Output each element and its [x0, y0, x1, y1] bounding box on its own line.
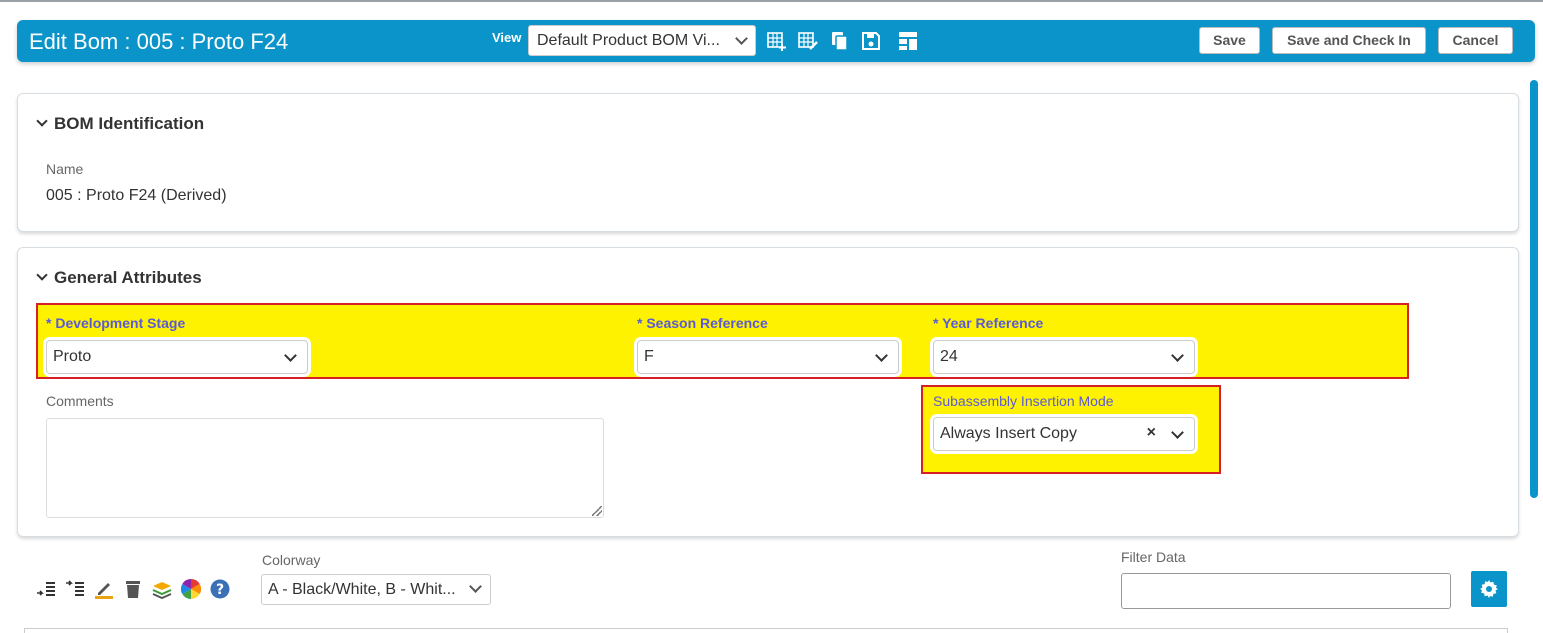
color-wheel-icon[interactable] — [181, 579, 201, 599]
save-button[interactable]: Save — [1199, 27, 1260, 54]
chevron-down-icon — [36, 269, 48, 281]
development-stage-select[interactable]: Proto — [46, 340, 308, 374]
settings-button[interactable] — [1471, 571, 1507, 607]
subassembly-mode-select[interactable]: Always Insert Copy × — [933, 417, 1195, 451]
development-stage-label: * Development Stage — [46, 315, 186, 331]
comments-textarea[interactable] — [46, 418, 604, 518]
top-border — [0, 0, 1543, 2]
colorway-select[interactable]: A - Black/White, B - Whit... — [261, 574, 491, 605]
subassembly-mode-value: Always Insert Copy — [940, 425, 1077, 442]
view-select-value: Default Product BOM Vi... — [537, 32, 720, 49]
general-attributes-panel: General Attributes * Development Stage P… — [17, 247, 1519, 537]
insert-below-icon[interactable] — [65, 579, 85, 599]
save-icon[interactable] — [861, 31, 881, 51]
chevron-down-icon — [875, 349, 888, 362]
svg-text:?: ? — [216, 582, 224, 598]
chevron-down-icon — [469, 580, 482, 593]
development-stage-value: Proto — [53, 348, 92, 365]
chevron-down-icon — [36, 115, 48, 127]
section-toggle-bom-identification[interactable]: BOM Identification — [36, 114, 204, 134]
gear-icon — [1480, 580, 1498, 598]
view-label: View — [492, 30, 522, 45]
bom-identification-panel: BOM Identification Name 005 : Proto F24 … — [17, 93, 1519, 232]
edit-icon[interactable] — [94, 579, 114, 599]
clear-icon[interactable]: × — [1147, 424, 1156, 442]
layout-icon[interactable] — [898, 31, 918, 51]
section-title: General Attributes — [54, 268, 202, 287]
cancel-button[interactable]: Cancel — [1438, 27, 1513, 54]
chevron-down-icon — [284, 349, 297, 362]
chevron-down-icon — [735, 32, 748, 45]
colorway-value: A - Black/White, B - Whit... — [268, 581, 456, 598]
scrollbar-thumb[interactable] — [1530, 80, 1538, 498]
name-label: Name — [46, 161, 84, 177]
resize-grip-icon[interactable] — [592, 506, 602, 516]
filter-data-input[interactable] — [1121, 573, 1451, 609]
season-reference-value: F — [644, 348, 654, 365]
save-and-check-in-button[interactable]: Save and Check In — [1272, 27, 1426, 54]
edit-bom-header: Edit Bom : 005 : Proto F24 View Default … — [17, 20, 1535, 62]
copy-icon[interactable] — [830, 31, 850, 51]
help-icon[interactable]: ? — [210, 579, 230, 599]
name-value: 005 : Proto F24 (Derived) — [46, 187, 227, 204]
season-reference-select[interactable]: F — [637, 340, 899, 374]
layers-icon[interactable] — [152, 579, 172, 599]
section-toggle-general-attributes[interactable]: General Attributes — [36, 268, 202, 288]
season-reference-label: * Season Reference — [637, 315, 768, 331]
comments-label: Comments — [46, 393, 114, 409]
page-title: Edit Bom : 005 : Proto F24 — [29, 29, 289, 54]
view-select[interactable]: Default Product BOM Vi... — [528, 25, 756, 56]
insert-above-icon[interactable] — [36, 579, 56, 599]
add-table-icon[interactable] — [767, 31, 787, 51]
subassembly-mode-label: Subassembly Insertion Mode — [933, 393, 1114, 409]
colorway-label: Colorway — [262, 552, 321, 568]
chevron-down-icon — [1171, 426, 1184, 439]
edit-table-icon[interactable] — [798, 31, 818, 51]
year-reference-label: * Year Reference — [933, 315, 1044, 331]
year-reference-select[interactable]: 24 — [933, 340, 1195, 374]
chevron-down-icon — [1171, 349, 1184, 362]
filter-data-label: Filter Data — [1121, 549, 1186, 565]
year-reference-value: 24 — [940, 348, 958, 365]
delete-icon[interactable] — [123, 579, 143, 599]
section-title: BOM Identification — [54, 114, 205, 133]
bom-grid-header — [24, 628, 1508, 633]
